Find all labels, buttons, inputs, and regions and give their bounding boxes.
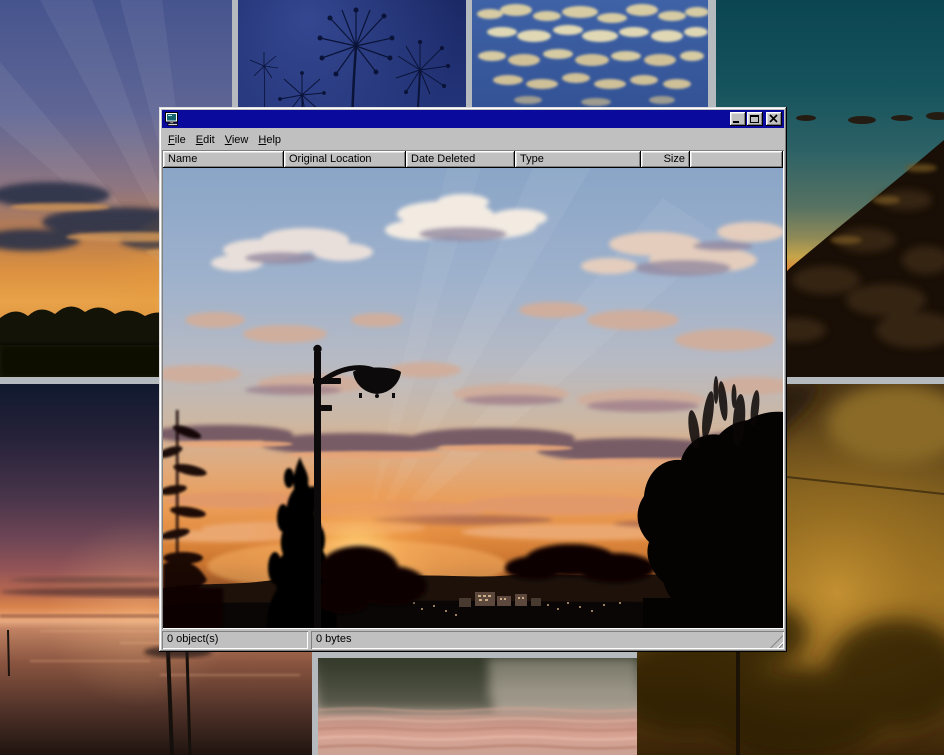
column-header-size[interactable]: Size [641,151,690,168]
column-header-original-location[interactable]: Original Location [284,151,406,168]
minimize-icon [732,114,744,124]
column-header-date-deleted[interactable]: Date Deleted [406,151,515,168]
computer-icon[interactable] [164,111,180,127]
folder-contents-photo[interactable] [163,168,783,628]
photo-shore-reflection-ripples [318,658,637,755]
status-object-count: 0 object(s) [162,631,308,649]
resize-grip[interactable] [770,635,783,648]
status-bytes-label: 0 bytes [316,633,351,645]
maximize-icon [749,114,761,124]
recycle-bin-window: File Edit View Help Name Original Locati… [159,107,787,652]
column-header-type[interactable]: Type [515,151,641,168]
column-header-name[interactable]: Name [163,151,284,168]
close-button[interactable] [766,112,782,126]
desktop-photo-collage: File Edit View Help Name Original Locati… [0,0,944,755]
menu-file[interactable]: File [163,131,191,149]
maximize-button[interactable] [747,112,763,126]
minimize-button[interactable] [730,112,746,126]
status-byte-count: 0 bytes [311,631,784,649]
list-view-client: Name Original Location Date Deleted Type… [162,150,784,629]
column-header-spacer[interactable] [690,151,783,168]
menu-bar: File Edit View Help [162,129,784,150]
status-bar: 0 object(s) 0 bytes [162,631,784,649]
menu-view[interactable]: View [220,131,254,149]
menu-edit[interactable]: Edit [191,131,220,149]
close-icon [768,114,780,124]
menu-help[interactable]: Help [253,131,286,149]
window-titlebar[interactable] [162,110,784,128]
column-headers: Name Original Location Date Deleted Type… [163,151,783,168]
